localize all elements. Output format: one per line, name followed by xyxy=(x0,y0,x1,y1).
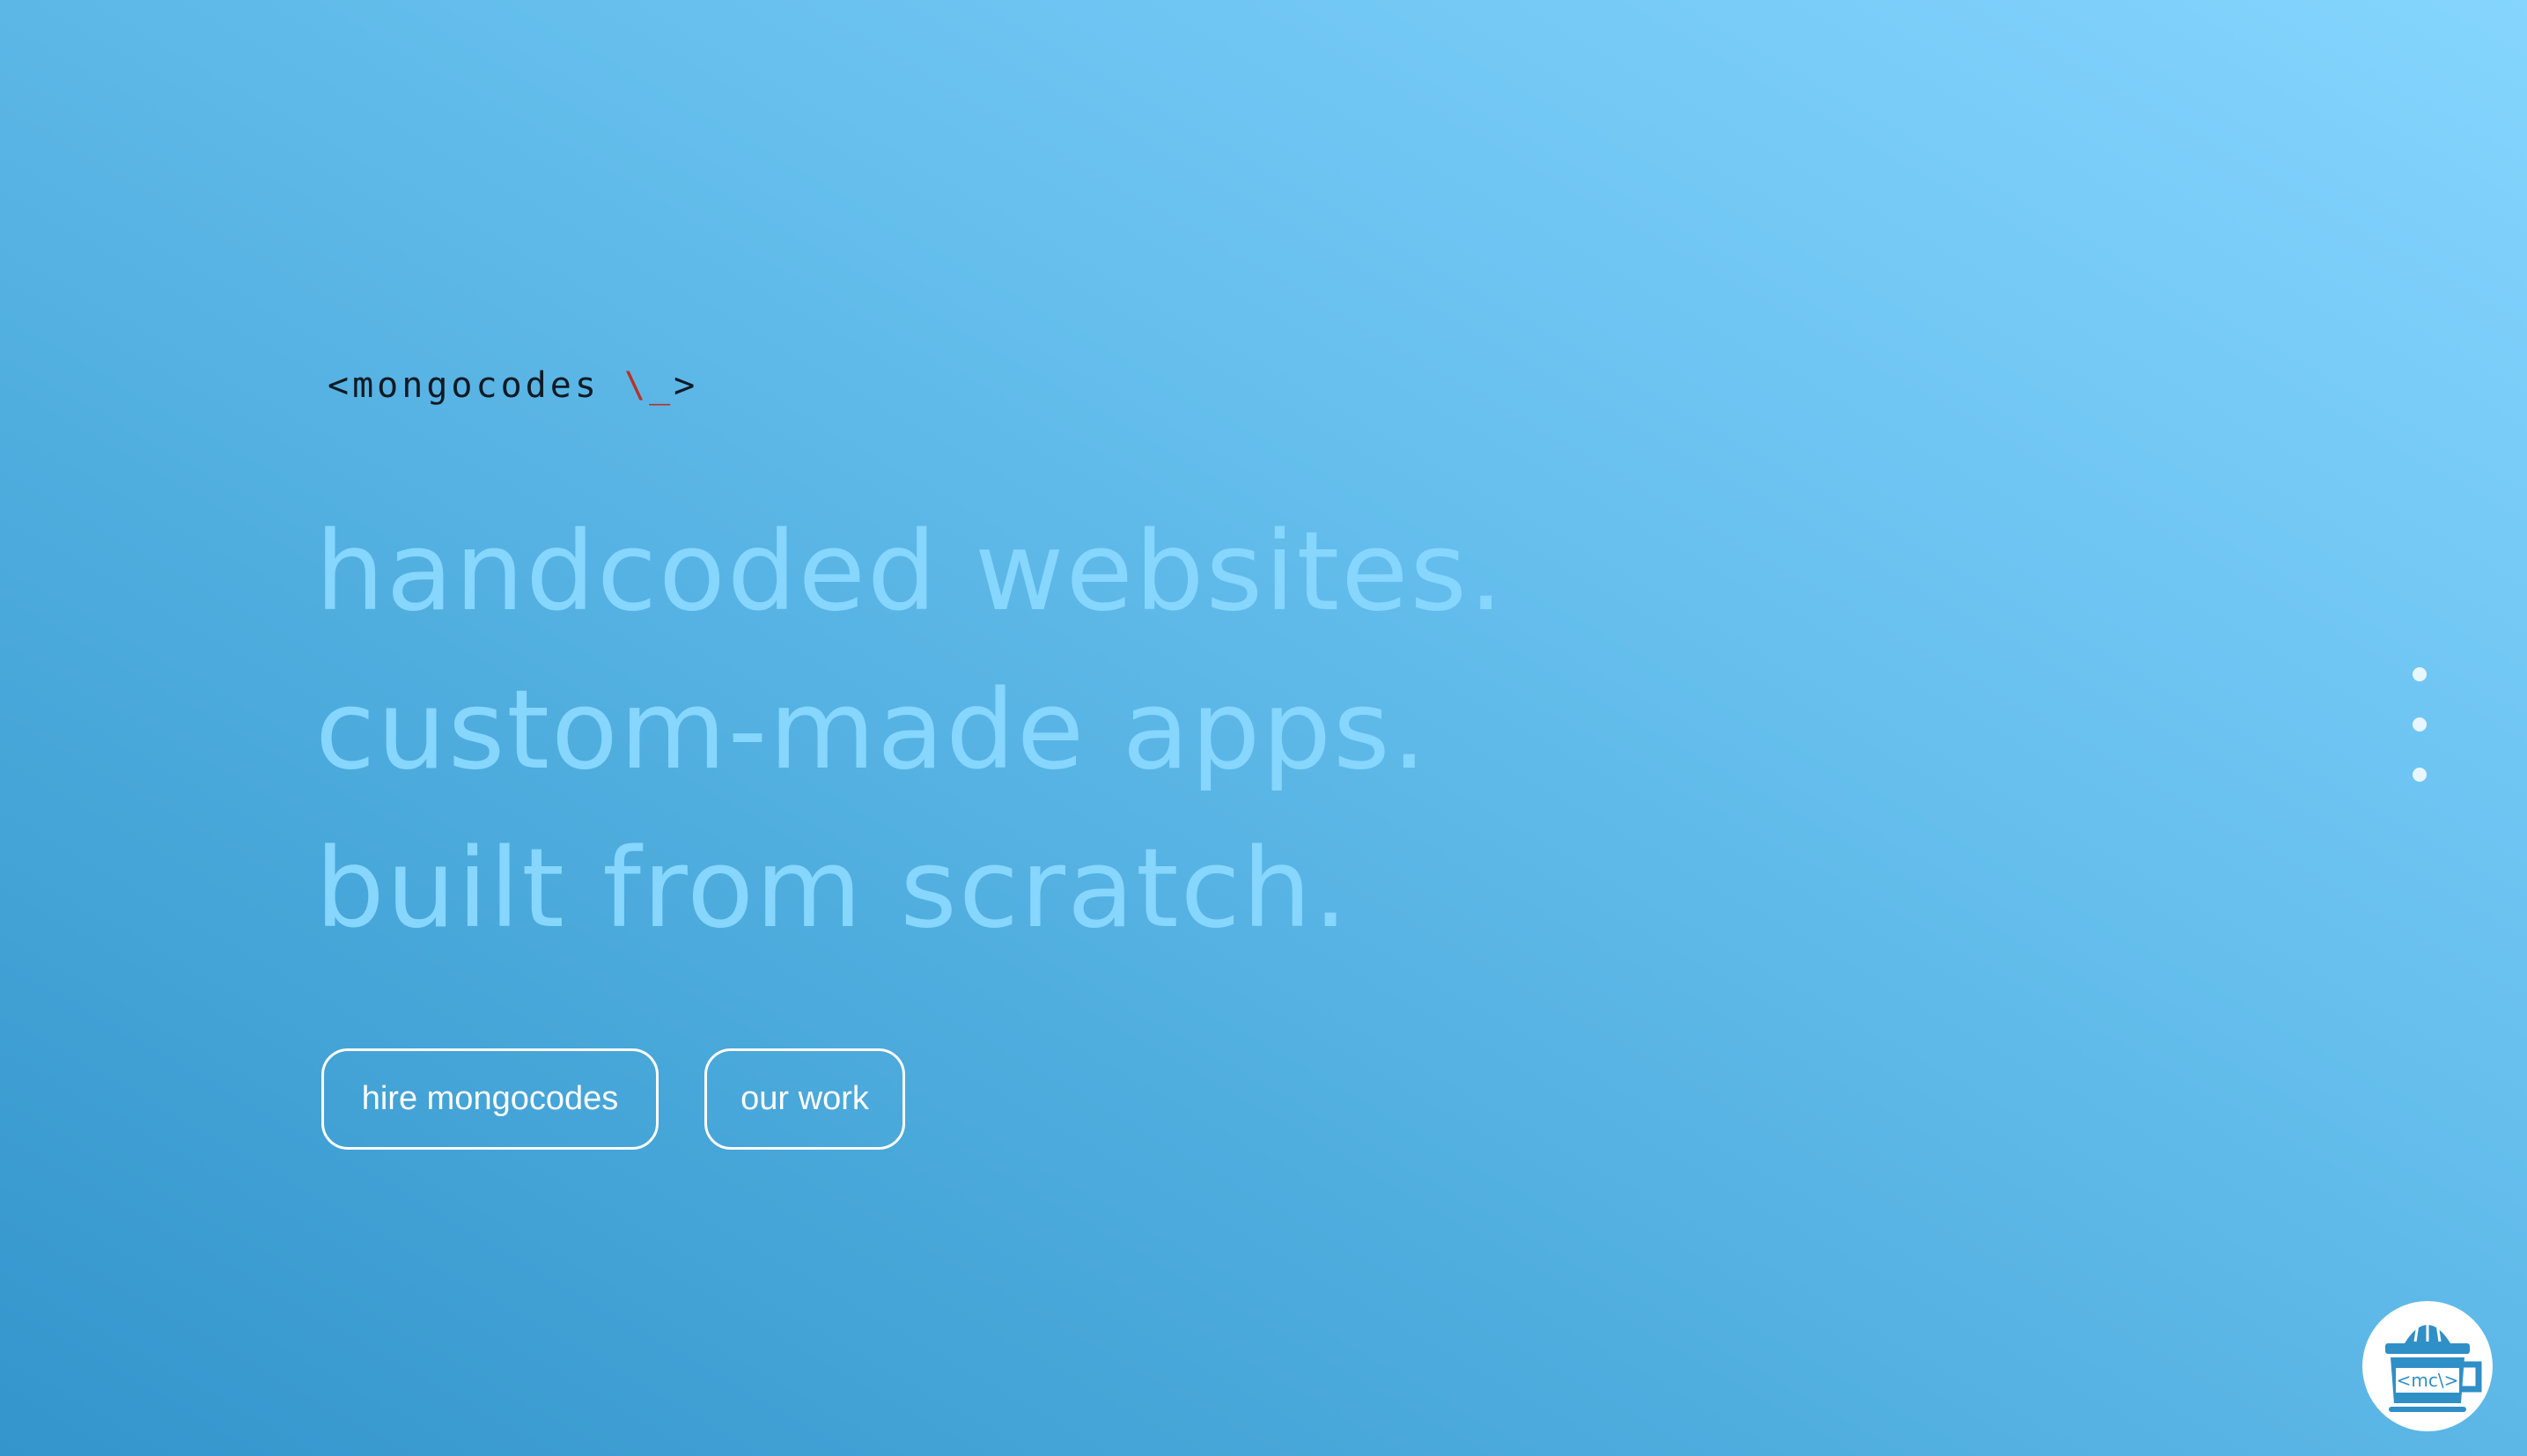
hero-line-websites: handcoded websites. xyxy=(315,509,1506,636)
coffee-mug-icon: <mc\> xyxy=(2385,1315,2482,1412)
hero-line-apps: custom-made apps. xyxy=(315,667,1429,794)
brand-logo[interactable]: <mongocodes \_ > xyxy=(328,361,698,410)
menu-dot xyxy=(2413,667,2427,681)
menu-button[interactable] xyxy=(2400,667,2439,782)
brand-logo-accent: \_ xyxy=(623,365,674,406)
menu-dot xyxy=(2413,768,2427,782)
hire-button[interactable]: hire mongocodes xyxy=(321,1048,659,1150)
hero-line-scratch: built from scratch. xyxy=(315,826,1350,952)
our-work-button[interactable]: our work xyxy=(704,1048,905,1150)
coffee-mug-badge[interactable]: <mc\> xyxy=(2362,1301,2493,1431)
mug-label: <mc\> xyxy=(2397,1370,2459,1391)
menu-dot xyxy=(2413,717,2427,732)
brand-logo-prefix: <mongocodes xyxy=(328,365,624,406)
brand-logo-suffix: > xyxy=(674,365,699,406)
hero-headline: handcoded websites. custom-made apps. bu… xyxy=(315,493,1505,968)
